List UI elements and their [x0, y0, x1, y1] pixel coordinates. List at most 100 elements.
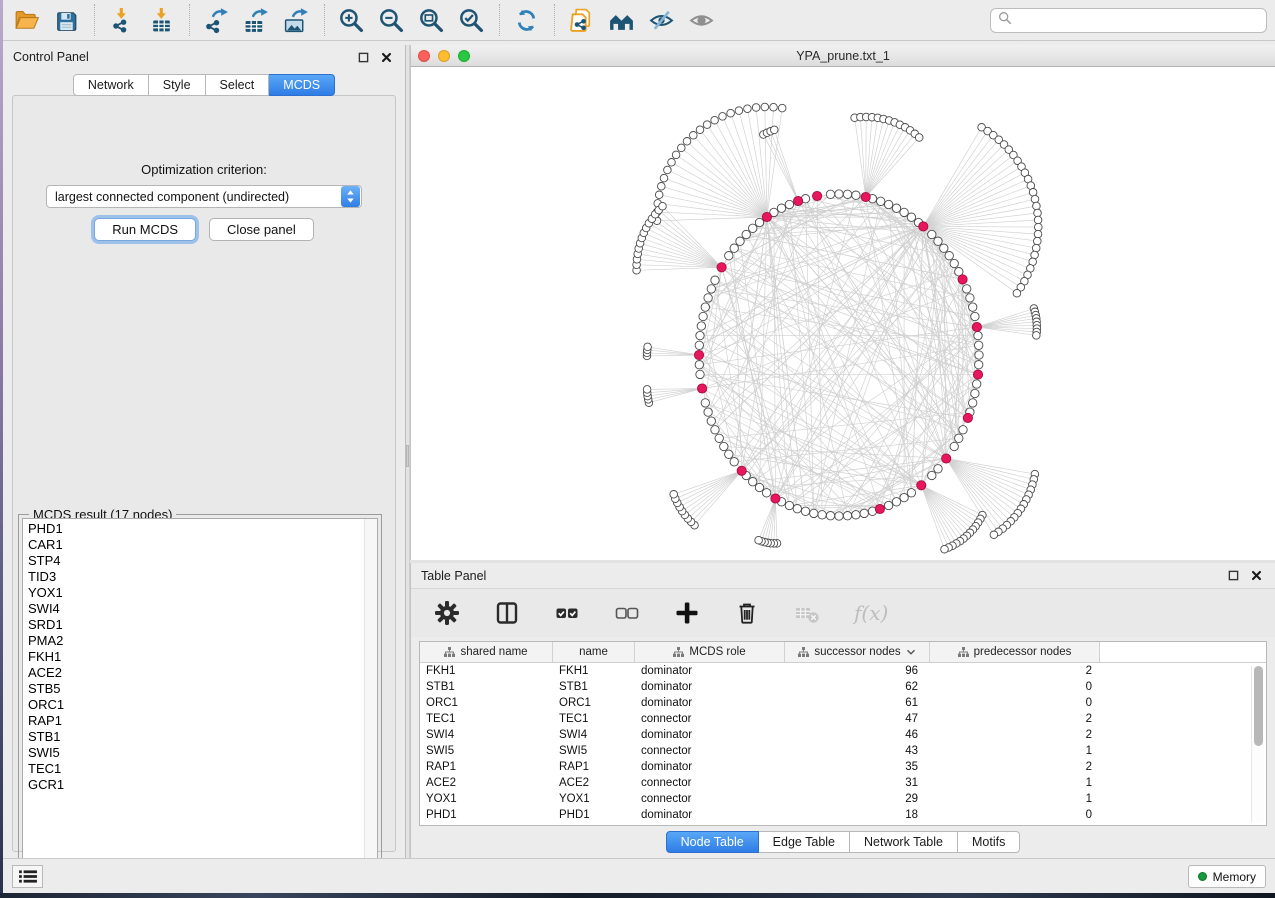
deselect-all-button[interactable]	[611, 596, 645, 630]
mcds-result-item[interactable]: ACE2	[23, 665, 377, 681]
export-image-button[interactable]	[281, 4, 313, 36]
table-panel-header: Table Panel	[411, 563, 1275, 588]
control-tab-mcds[interactable]: MCDS	[269, 74, 335, 96]
first-neighbors-icon	[608, 7, 636, 34]
select-all-icon	[554, 600, 582, 626]
column-header-name[interactable]: name	[553, 642, 635, 662]
mcds-result-item[interactable]: STP4	[23, 553, 377, 569]
table-row[interactable]: SWI4SWI4dominator462	[420, 727, 1266, 743]
control-tab-style[interactable]: Style	[149, 74, 206, 96]
delete-row-button[interactable]	[731, 596, 765, 630]
search-box[interactable]	[990, 8, 1267, 33]
zoom-selected-button[interactable]	[456, 4, 488, 36]
table-settings-button[interactable]	[431, 596, 465, 630]
column-header-predecessor-nodes[interactable]: predecessor nodes	[930, 642, 1100, 662]
table-columns-button[interactable]	[491, 596, 525, 630]
table-row[interactable]: RAP1RAP1dominator352	[420, 759, 1266, 775]
show-panels-menu-button[interactable]	[12, 865, 43, 888]
table-row[interactable]: STB1STB1dominator620	[420, 679, 1266, 695]
delete-row-icon	[734, 600, 762, 626]
zoom-fit-button[interactable]	[416, 4, 448, 36]
mcds-result-item[interactable]: PHD1	[23, 521, 377, 537]
mcds-result-item[interactable]: SWI5	[23, 745, 377, 761]
table-tab-network-table[interactable]: Network Table	[850, 831, 958, 853]
toolbar-separator	[499, 4, 500, 36]
mcds-result-item[interactable]: ORC1	[23, 697, 377, 713]
cytoscape-app-window: Control Panel NetworkStyleSelectMCDS Opt…	[3, 0, 1275, 893]
control-panel: Control Panel NetworkStyleSelectMCDS Opt…	[3, 45, 405, 858]
mcds-result-item[interactable]: CAR1	[23, 537, 377, 553]
mcds-result-item[interactable]: YOX1	[23, 585, 377, 601]
table-tab-edge-table[interactable]: Edge Table	[759, 831, 850, 853]
desktop: Control Panel NetworkStyleSelectMCDS Opt…	[0, 0, 1275, 898]
optimization-criterion-select[interactable]: largest connected component (undirected)	[46, 185, 362, 208]
open-file-button[interactable]	[11, 4, 43, 36]
run-mcds-button[interactable]: Run MCDS	[94, 218, 196, 241]
table-row[interactable]: TEC1TEC1connector472	[420, 711, 1266, 727]
mcds-result-item[interactable]: GCR1	[23, 777, 377, 793]
close-panel-button-2[interactable]: Close panel	[209, 218, 314, 241]
search-input[interactable]	[1017, 13, 1259, 27]
mcds-result-item[interactable]: RAP1	[23, 713, 377, 729]
table-row[interactable]: ACE2ACE2connector311	[420, 775, 1266, 791]
save-button[interactable]	[51, 4, 83, 36]
function-builder-button[interactable]: f(x)	[851, 596, 885, 630]
export-network-button[interactable]	[201, 4, 233, 36]
mcds-result-list: PHD1CAR1STP4TID3YOX1SWI4SRD1PMA2FKH1ACE2…	[22, 518, 378, 882]
import-table-button[interactable]	[146, 4, 178, 36]
zoom-in-button[interactable]	[336, 4, 368, 36]
table-row[interactable]: FKH1FKH1dominator962	[420, 663, 1266, 679]
hide-selected-button[interactable]	[646, 4, 678, 36]
add-row-button[interactable]	[671, 596, 705, 630]
toolbar-separator	[94, 4, 95, 36]
mcds-result-group: MCDS result (17 nodes) PHD1CAR1STP4TID3Y…	[18, 514, 382, 886]
table-row[interactable]: YOX1YOX1connector291	[420, 791, 1266, 807]
close-table-panel-button[interactable]	[1251, 569, 1265, 583]
toolbar-separator	[324, 4, 325, 36]
refresh-button[interactable]	[511, 4, 543, 36]
delete-table-button[interactable]	[791, 596, 825, 630]
first-neighbors-button[interactable]	[606, 4, 638, 36]
export-table-icon	[243, 7, 271, 34]
column-header-mcds-role[interactable]: MCDS role	[635, 642, 785, 662]
table-tab-motifs[interactable]: Motifs	[958, 831, 1020, 853]
table-row[interactable]: PHD1PHD1dominator180	[420, 807, 1266, 823]
column-header-successor-nodes[interactable]: successor nodes	[785, 642, 930, 662]
network-window-title: YPA_prune.txt_1	[411, 49, 1275, 63]
mcds-result-item[interactable]: SRD1	[23, 617, 377, 633]
network-graph[interactable]	[411, 67, 1275, 560]
table-tab-node-table[interactable]: Node Table	[666, 831, 759, 853]
add-row-icon	[674, 600, 702, 626]
close-panel-button[interactable]	[381, 50, 395, 64]
attribute-tree-icon	[673, 647, 684, 657]
table-row[interactable]: ORC1ORC1dominator610	[420, 695, 1266, 711]
network-window-titlebar: YPA_prune.txt_1	[411, 45, 1275, 67]
memory-button[interactable]: Memory	[1188, 865, 1266, 888]
zoom-out-button[interactable]	[376, 4, 408, 36]
new-network-from-selection-button[interactable]	[566, 4, 598, 36]
table-scrollbar-thumb[interactable]	[1254, 666, 1263, 746]
network-canvas[interactable]	[411, 67, 1275, 560]
control-tab-network[interactable]: Network	[73, 74, 149, 96]
table-panel-title: Table Panel	[421, 569, 486, 583]
mcds-result-item[interactable]: FKH1	[23, 649, 377, 665]
export-table-button[interactable]	[241, 4, 273, 36]
mcds-result-item[interactable]: TEC1	[23, 761, 377, 777]
show-all-button[interactable]	[686, 4, 718, 36]
control-tab-select[interactable]: Select	[206, 74, 270, 96]
table-scrollbar[interactable]	[1251, 666, 1264, 822]
float-panel-button[interactable]	[358, 50, 372, 64]
mcds-result-item[interactable]: PMA2	[23, 633, 377, 649]
select-all-button[interactable]	[551, 596, 585, 630]
mcds-result-item[interactable]: SWI4	[23, 601, 377, 617]
mcds-result-item[interactable]: STB1	[23, 729, 377, 745]
column-header-shared-name[interactable]: shared name	[420, 642, 553, 662]
float-table-panel-button[interactable]	[1228, 569, 1242, 583]
mcds-result-item[interactable]: TID3	[23, 569, 377, 585]
splitter-grip[interactable]	[406, 445, 409, 467]
export-network-icon	[203, 7, 231, 34]
mcds-list-scrollbar[interactable]	[364, 519, 377, 881]
table-row[interactable]: SWI5SWI5connector431	[420, 743, 1266, 759]
import-network-button[interactable]	[106, 4, 138, 36]
mcds-result-item[interactable]: STB5	[23, 681, 377, 697]
